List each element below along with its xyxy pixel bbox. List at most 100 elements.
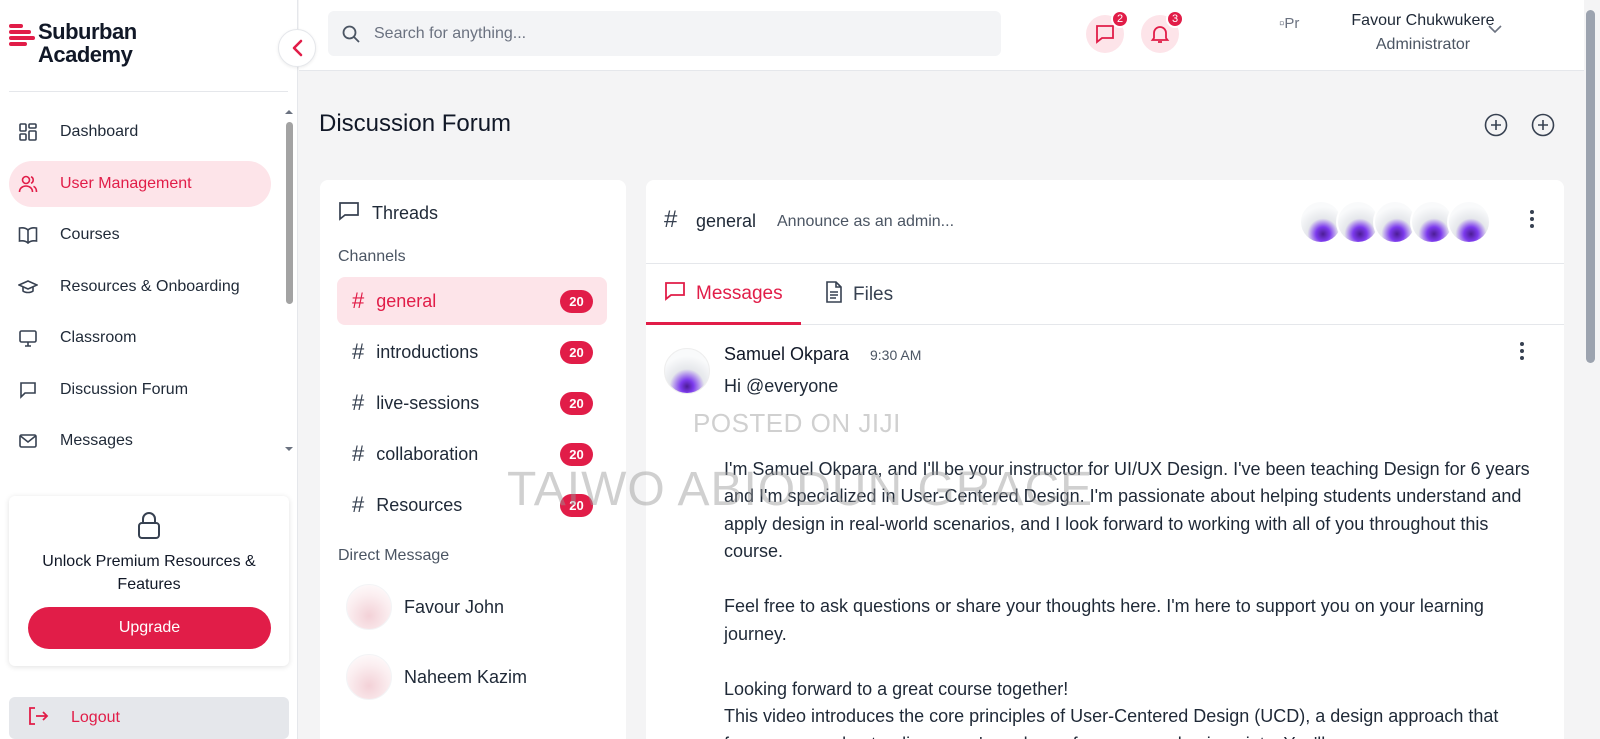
message-time: 9:30 AM bbox=[870, 347, 922, 363]
sidebar-item-label: Dashboard bbox=[60, 123, 139, 140]
hash-icon: # bbox=[352, 288, 365, 313]
sidebar-item-label: Resources & Onboarding bbox=[60, 277, 240, 295]
sidebar: Suburban Academy Dashboard User Manageme… bbox=[0, 0, 298, 739]
avatar bbox=[1447, 200, 1491, 244]
message-author[interactable]: Samuel Okpara bbox=[724, 344, 849, 365]
dm-favour-john[interactable]: Favour John bbox=[346, 584, 504, 630]
message-greeting: Hi @everyone bbox=[724, 376, 839, 396]
logout-icon bbox=[27, 706, 49, 731]
add-channel-plus-icon[interactable] bbox=[1483, 112, 1509, 138]
channel-more-icon[interactable] bbox=[1529, 210, 1535, 228]
search-bar[interactable] bbox=[328, 11, 1001, 56]
message-square-icon bbox=[1096, 25, 1114, 44]
users-icon bbox=[18, 174, 38, 194]
sidebar-item-label: Classroom bbox=[60, 329, 137, 346]
search-icon bbox=[342, 25, 360, 43]
unread-count-badge: 20 bbox=[560, 493, 593, 517]
message-body: Hi @everyone I'm Samuel Okpara, and I'll… bbox=[724, 373, 1542, 739]
chat-bubble-icon bbox=[18, 380, 38, 400]
channel-name: Resources bbox=[376, 494, 463, 515]
sidebar-item-label: Courses bbox=[60, 226, 120, 243]
message-paragraph: I'm Samuel Okpara, and I'll be your inst… bbox=[724, 458, 1530, 562]
hash-icon: # bbox=[352, 390, 365, 415]
chevron-down-icon[interactable] bbox=[1487, 24, 1503, 34]
channel-name: introductions bbox=[376, 341, 479, 362]
sidebar-scroll-thumb[interactable] bbox=[286, 122, 293, 304]
dashboard-icon bbox=[18, 122, 38, 142]
message-paragraph: Looking forward to a great course togeth… bbox=[724, 678, 1069, 699]
add-thread-plus-icon[interactable] bbox=[1530, 112, 1556, 138]
channel-live-sessions[interactable]: # live-sessions 20 bbox=[337, 379, 607, 427]
upgrade-button[interactable]: Upgrade bbox=[28, 607, 271, 649]
dm-name: Naheem Kazim bbox=[404, 666, 528, 687]
search-input[interactable] bbox=[374, 24, 974, 43]
scroll-up-arrow-icon[interactable] bbox=[284, 108, 294, 116]
message-paragraph: Feel free to ask questions or share your… bbox=[724, 596, 1484, 644]
sidebar-item-user-management[interactable]: User Management bbox=[9, 160, 271, 207]
sidebar-item-classroom[interactable]: Classroom bbox=[9, 315, 271, 361]
logout-button[interactable]: Logout bbox=[9, 697, 289, 739]
logo-text: Suburban Academy bbox=[38, 19, 137, 67]
hash-icon: # bbox=[352, 492, 365, 517]
unread-count-badge: 20 bbox=[560, 442, 593, 466]
sidebar-item-label: Discussion Forum bbox=[60, 380, 189, 398]
sidebar-item-discussion-forum[interactable]: Discussion Forum bbox=[9, 367, 271, 413]
sidebar-item-messages[interactable]: Messages bbox=[9, 418, 271, 464]
channel-introductions[interactable]: # introductions 20 bbox=[337, 328, 607, 376]
threads-panel: Threads Channels # general 20 # introduc… bbox=[320, 180, 626, 739]
channel-collaboration[interactable]: # collaboration 20 bbox=[337, 430, 607, 478]
sidebar-item-resources[interactable]: Resources & Onboarding bbox=[9, 264, 271, 310]
chat-panel: # general Announce as an admin... Messag… bbox=[646, 180, 1564, 739]
hash-icon: # bbox=[664, 206, 678, 233]
upgrade-card: Unlock Premium Resources & Features Upgr… bbox=[9, 496, 289, 666]
tab-files[interactable]: Files bbox=[807, 265, 911, 325]
sidebar-divider bbox=[9, 91, 288, 92]
avatar bbox=[346, 584, 392, 630]
chat-channel-name: general bbox=[696, 211, 757, 231]
monitor-icon bbox=[18, 328, 38, 348]
upgrade-text: Unlock Premium Resources & Features bbox=[42, 553, 256, 593]
messages-button[interactable]: 2 bbox=[1086, 10, 1129, 53]
book-icon bbox=[18, 225, 38, 245]
member-avatars[interactable] bbox=[1299, 200, 1491, 244]
lock-icon bbox=[135, 510, 163, 540]
app-logo[interactable]: Suburban Academy bbox=[9, 20, 137, 66]
unread-count-badge: 20 bbox=[560, 340, 593, 364]
channel-general[interactable]: # general 20 bbox=[337, 277, 607, 325]
channel-name: collaboration bbox=[376, 443, 479, 464]
message-paragraph: This video introduces the core principle… bbox=[724, 706, 1499, 739]
channels-label: Channels bbox=[338, 248, 406, 265]
unread-count-badge: 20 bbox=[560, 289, 593, 313]
message-square-icon bbox=[664, 281, 686, 307]
logout-label: Logout bbox=[71, 709, 120, 726]
sidebar-item-dashboard[interactable]: Dashboard bbox=[9, 109, 271, 155]
tab-messages[interactable]: Messages bbox=[646, 265, 801, 325]
scroll-down-arrow-icon[interactable] bbox=[284, 445, 294, 453]
notifications-button[interactable]: 3 bbox=[1141, 10, 1184, 53]
profile-avatar[interactable]: ▫Pr bbox=[1279, 15, 1299, 32]
hash-icon: # bbox=[352, 339, 365, 364]
sidebar-collapse-button[interactable] bbox=[278, 29, 316, 67]
bell-icon bbox=[1150, 26, 1170, 43]
channel-name: general bbox=[376, 290, 437, 311]
chevron-left-icon bbox=[292, 39, 303, 57]
channel-resources[interactable]: # Resources 20 bbox=[337, 481, 607, 529]
message-more-icon[interactable] bbox=[1519, 342, 1525, 360]
sidebar-item-label: User Management bbox=[60, 174, 192, 192]
chat-tabs: Messages Files bbox=[646, 265, 1564, 325]
page-scrollbar[interactable] bbox=[1586, 10, 1595, 363]
messages-badge: 2 bbox=[1111, 10, 1129, 28]
profile-name[interactable]: Favour Chukwukere bbox=[1333, 12, 1513, 30]
avatar[interactable] bbox=[664, 348, 710, 394]
page-title: Discussion Forum bbox=[319, 110, 512, 137]
channel-name: live-sessions bbox=[376, 392, 480, 413]
file-icon bbox=[825, 281, 843, 309]
dm-naheem-kazim[interactable]: Naheem Kazim bbox=[346, 654, 527, 700]
sidebar-item-courses[interactable]: Courses bbox=[9, 212, 271, 258]
threads-heading: Threads bbox=[338, 201, 438, 226]
unread-count-badge: 20 bbox=[560, 391, 593, 415]
hash-icon: # bbox=[352, 441, 365, 466]
dm-name: Favour John bbox=[404, 596, 505, 617]
mail-icon bbox=[18, 431, 38, 451]
top-bar: 2 3 ▫Pr Favour Chukwukere Administrator bbox=[299, 0, 1584, 71]
